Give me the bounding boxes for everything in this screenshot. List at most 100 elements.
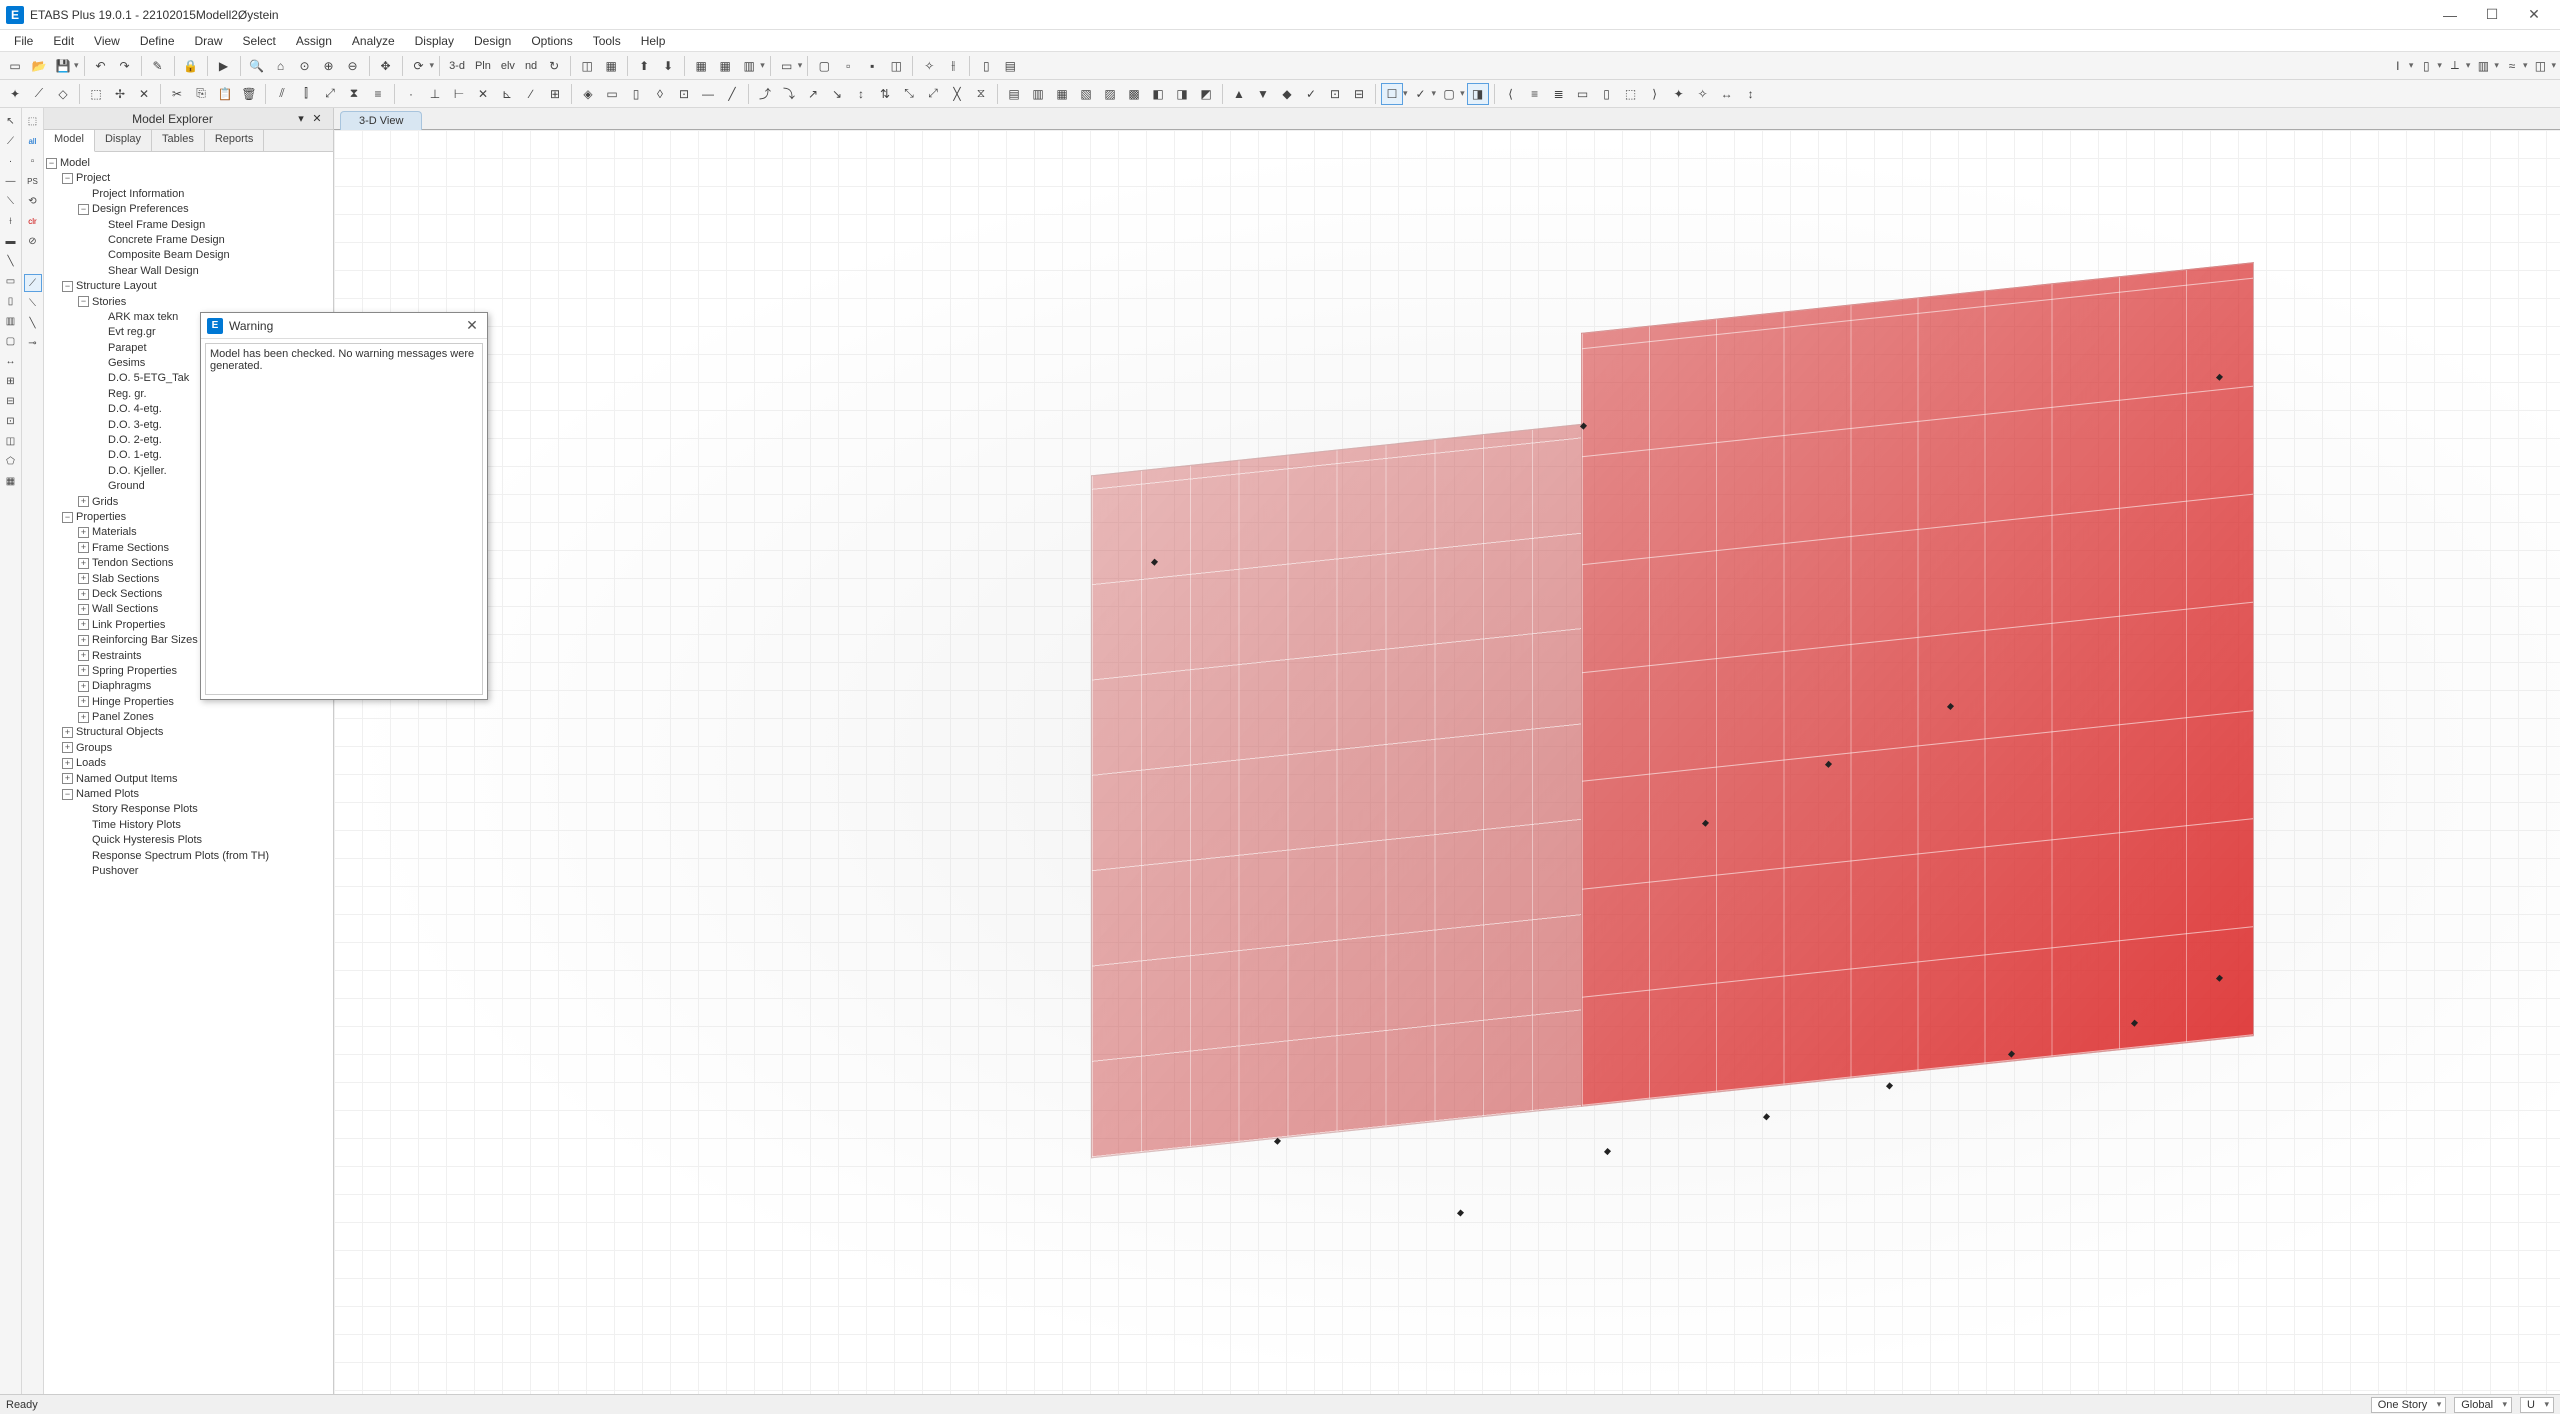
- menu-select[interactable]: Select: [233, 31, 286, 51]
- tree-story-item[interactable]: Parapet: [108, 342, 147, 354]
- tree-loads[interactable]: Loads: [76, 757, 106, 769]
- perspective-icon[interactable]: ◫: [576, 55, 598, 77]
- minimize-button[interactable]: —: [2430, 3, 2470, 27]
- measure-icon[interactable]: ✧: [918, 55, 940, 77]
- tree-shear-wall[interactable]: Shear Wall Design: [108, 265, 199, 277]
- status-story-dropdown[interactable]: One Story: [2371, 1397, 2447, 1413]
- tree-toggle[interactable]: −: [62, 512, 73, 523]
- zoom-out-icon[interactable]: ⊖: [342, 55, 364, 77]
- tree-story-item[interactable]: ARK max tekn: [108, 311, 178, 323]
- close-window-button[interactable]: ✕: [2514, 3, 2554, 27]
- menu-design[interactable]: Design: [464, 31, 521, 51]
- display8-icon[interactable]: ◨: [1171, 83, 1193, 105]
- pan-icon[interactable]: ✥: [375, 55, 397, 77]
- vt-wall-icon[interactable]: ▯: [2, 292, 20, 310]
- menu-assign[interactable]: Assign: [286, 31, 342, 51]
- last6-icon[interactable]: ⬚: [1620, 83, 1642, 105]
- frame-icon[interactable]: ⟋: [28, 83, 50, 105]
- design2-icon[interactable]: ▼: [1252, 83, 1274, 105]
- tree-story-item[interactable]: Ground: [108, 480, 145, 492]
- vt-quick-frame-icon[interactable]: ⟍: [2, 192, 20, 210]
- section-cut-icon[interactable]: ▯: [975, 55, 997, 77]
- tree-toggle[interactable]: +: [78, 681, 89, 692]
- snap-point-icon[interactable]: ·: [400, 83, 422, 105]
- tree-toggle[interactable]: +: [78, 496, 89, 507]
- tree-toggle[interactable]: +: [78, 542, 89, 553]
- move-down-icon[interactable]: ⬇: [657, 55, 679, 77]
- tree-plot-item[interactable]: Pushover: [92, 865, 138, 877]
- open-icon[interactable]: 📂: [28, 55, 50, 77]
- save-icon[interactable]: 💾: [52, 55, 74, 77]
- assign8-icon[interactable]: ⤢: [922, 83, 944, 105]
- menu-display[interactable]: Display: [405, 31, 464, 51]
- window-icon[interactable]: ▭: [776, 55, 798, 77]
- tools4-icon[interactable]: ◨: [1467, 83, 1489, 105]
- vt2-c-icon[interactable]: ⟲: [24, 192, 42, 210]
- display3-icon[interactable]: ▦: [1051, 83, 1073, 105]
- tree-model[interactable]: Model: [60, 157, 90, 169]
- display1-icon[interactable]: ▤: [1003, 83, 1025, 105]
- last5-icon[interactable]: ▯: [1596, 83, 1618, 105]
- vt-opening-icon[interactable]: ◫: [2, 432, 20, 450]
- results-view-icon[interactable]: ▥: [2472, 55, 2494, 77]
- tree-toggle[interactable]: −: [78, 204, 89, 215]
- wall-stack-icon[interactable]: ▤: [999, 55, 1021, 77]
- tree-toggle[interactable]: +: [78, 558, 89, 569]
- tree-prop-item[interactable]: Materials: [92, 526, 137, 538]
- vt2-a-icon[interactable]: ⬚: [24, 112, 42, 130]
- assign4-icon[interactable]: ↘: [826, 83, 848, 105]
- object-shrink-icon[interactable]: ▦: [600, 55, 622, 77]
- dialog-close-button[interactable]: ✕: [463, 317, 481, 334]
- vt2-d-icon[interactable]: ⊘: [24, 232, 42, 250]
- tree-story-item[interactable]: Evt reg.gr: [108, 326, 156, 338]
- assign10-icon[interactable]: ⧖: [970, 83, 992, 105]
- vt-poly-icon[interactable]: ⬠: [2, 452, 20, 470]
- cut-icon[interactable]: ✂: [166, 83, 188, 105]
- tree-prop-item[interactable]: Spring Properties: [92, 665, 177, 677]
- tree-toggle[interactable]: +: [78, 665, 89, 676]
- status-units-dropdown[interactable]: U: [2520, 1397, 2554, 1413]
- rotate-icon[interactable]: ⟳: [408, 55, 430, 77]
- tools1-icon[interactable]: ☐: [1381, 83, 1403, 105]
- tree-concrete-frame[interactable]: Concrete Frame Design: [108, 234, 225, 246]
- shell-icon[interactable]: ◈: [577, 83, 599, 105]
- display9-icon[interactable]: ◩: [1195, 83, 1217, 105]
- vt-slab-icon[interactable]: ▢: [2, 332, 20, 350]
- select-all-icon[interactable]: ✢: [109, 83, 131, 105]
- vt2-b-icon[interactable]: ▫: [24, 152, 42, 170]
- design3-icon[interactable]: ◆: [1276, 83, 1298, 105]
- menu-options[interactable]: Options: [521, 31, 582, 51]
- tree-prop-item[interactable]: Tendon Sections: [92, 557, 173, 569]
- view-3d-label[interactable]: 3-d: [445, 60, 469, 72]
- tree-toggle[interactable]: +: [78, 650, 89, 661]
- tree-story-item[interactable]: D.O. 3-etg.: [108, 419, 162, 431]
- snap-perp-icon[interactable]: ⊾: [496, 83, 518, 105]
- extrude-icon[interactable]: ⫿: [295, 83, 317, 105]
- tree-toggle[interactable]: +: [78, 712, 89, 723]
- move-up-icon[interactable]: ⬆: [633, 55, 655, 77]
- explorer-tab-model[interactable]: Model: [44, 130, 95, 152]
- replicate-icon[interactable]: ⫽: [271, 83, 293, 105]
- menu-help[interactable]: Help: [631, 31, 676, 51]
- assign9-icon[interactable]: ╳: [946, 83, 968, 105]
- display6-icon[interactable]: ▩: [1123, 83, 1145, 105]
- tree-toggle[interactable]: +: [78, 635, 89, 646]
- view1-icon[interactable]: ▢: [813, 55, 835, 77]
- vt-brace-icon[interactable]: ╲: [2, 252, 20, 270]
- view-plan-label[interactable]: Pln: [471, 60, 495, 72]
- tree-stories[interactable]: Stories: [92, 296, 126, 308]
- assign7-icon[interactable]: ⤡: [898, 83, 920, 105]
- last3-icon[interactable]: ≣: [1548, 83, 1570, 105]
- tree-prop-item[interactable]: Link Properties: [92, 619, 165, 631]
- vt-wall-stack-icon[interactable]: ▥: [2, 312, 20, 330]
- pointer-icon[interactable]: ↖: [2, 112, 20, 130]
- paste-icon[interactable]: 📋: [214, 83, 236, 105]
- view-node-label[interactable]: nd: [521, 60, 541, 72]
- building-icon[interactable]: ▥: [738, 55, 760, 77]
- tree-toggle[interactable]: +: [62, 727, 73, 738]
- tree-toggle[interactable]: +: [78, 619, 89, 630]
- warning-dialog[interactable]: E Warning ✕ Model has been checked. No w…: [200, 312, 488, 700]
- clear-select-icon[interactable]: ✕: [133, 83, 155, 105]
- delete-icon[interactable]: 🗑: [238, 83, 260, 105]
- tree-plot-item[interactable]: Quick Hysteresis Plots: [92, 834, 202, 846]
